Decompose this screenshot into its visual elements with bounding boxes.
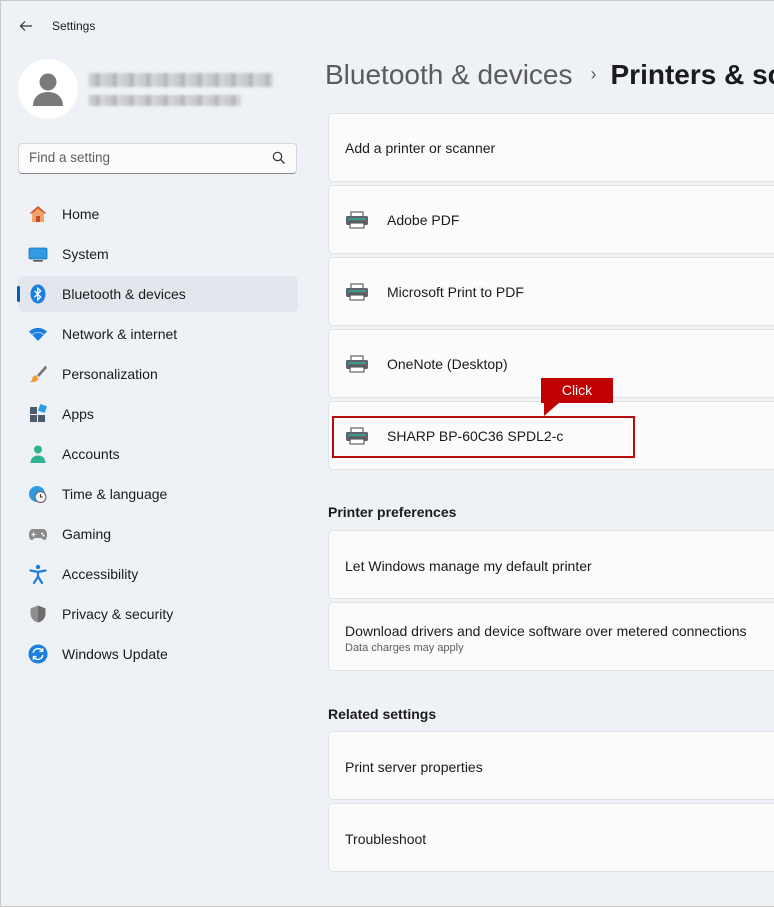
add-printer-card[interactable]: Add a printer or scanner	[328, 113, 774, 182]
sidebar-item-home[interactable]: Home	[18, 196, 298, 232]
search-box[interactable]	[18, 143, 297, 174]
accessibility-icon	[28, 564, 48, 584]
troubleshoot-link[interactable]: Troubleshoot	[328, 803, 774, 872]
back-arrow-icon	[19, 19, 33, 33]
sidebar-nav: Home System Bluetooth & devices Network …	[18, 196, 298, 676]
home-icon	[28, 204, 48, 224]
sidebar-item-accounts[interactable]: Accounts	[18, 436, 298, 472]
update-icon	[28, 644, 48, 664]
printer-icon	[345, 427, 369, 445]
back-button[interactable]	[15, 15, 37, 37]
setting-label: Print server properties	[345, 759, 483, 775]
bluetooth-icon	[28, 284, 48, 304]
search-input[interactable]	[29, 150, 259, 165]
click-callout: Click	[541, 378, 613, 403]
system-icon	[28, 244, 48, 264]
page-title: Printers & sc	[611, 59, 774, 90]
settings-window: Settings Home System Blueto	[0, 0, 774, 907]
sidebar-item-system[interactable]: System	[18, 236, 298, 272]
setting-description: Data charges may apply	[345, 642, 464, 654]
gamepad-icon	[28, 524, 48, 544]
printer-name: OneNote (Desktop)	[387, 356, 508, 372]
metered-download-setting[interactable]: Download drivers and device software ove…	[328, 602, 774, 671]
printer-item-adobe-pdf[interactable]: Adobe PDF	[328, 185, 774, 254]
blurred-account-email	[89, 95, 241, 106]
sidebar-item-accessibility[interactable]: Accessibility	[18, 556, 298, 592]
globe-clock-icon	[28, 484, 48, 504]
chevron-right-icon: ›	[591, 64, 597, 85]
title-bar: Settings	[1, 1, 774, 51]
sidebar-item-time-language[interactable]: Time & language	[18, 476, 298, 512]
avatar[interactable]	[18, 59, 78, 119]
shield-icon	[28, 604, 48, 624]
callout-pointer	[544, 402, 560, 416]
setting-label: Troubleshoot	[345, 831, 426, 847]
setting-label: Let Windows manage my default printer	[345, 558, 592, 574]
person-icon	[31, 71, 65, 107]
printer-icon	[345, 283, 369, 301]
app-title: Settings	[52, 19, 95, 33]
add-printer-label: Add a printer or scanner	[345, 140, 495, 156]
sidebar-item-windows-update[interactable]: Windows Update	[18, 636, 298, 672]
printer-preferences-heading: Printer preferences	[328, 504, 456, 520]
printer-icon	[345, 355, 369, 373]
sidebar-item-privacy-security[interactable]: Privacy & security	[18, 596, 298, 632]
apps-icon	[28, 404, 48, 424]
setting-label: Download drivers and device software ove…	[345, 623, 747, 639]
default-printer-setting[interactable]: Let Windows manage my default printer	[328, 530, 774, 599]
printer-item-microsoft-print-to-pdf[interactable]: Microsoft Print to PDF	[328, 257, 774, 326]
printer-icon	[345, 211, 369, 229]
breadcrumb-parent[interactable]: Bluetooth & devices	[325, 59, 573, 90]
related-settings-heading: Related settings	[328, 706, 436, 722]
blurred-account-name	[89, 73, 273, 87]
printer-name: Microsoft Print to PDF	[387, 284, 524, 300]
sidebar-item-bluetooth-devices[interactable]: Bluetooth & devices	[18, 276, 298, 312]
sidebar-item-network-internet[interactable]: Network & internet	[18, 316, 298, 352]
printer-name: Adobe PDF	[387, 212, 459, 228]
sidebar-item-personalization[interactable]: Personalization	[18, 356, 298, 392]
printer-name: SHARP BP-60C36 SPDL2-c	[387, 428, 563, 444]
breadcrumb: Bluetooth & devices › Printers & sc	[325, 59, 774, 91]
account-icon	[28, 444, 48, 464]
brush-icon	[28, 364, 48, 384]
sidebar-item-gaming[interactable]: Gaming	[18, 516, 298, 552]
wifi-icon	[28, 324, 48, 344]
print-server-properties-link[interactable]: Print server properties	[328, 731, 774, 800]
sidebar-item-apps[interactable]: Apps	[18, 396, 298, 432]
search-icon[interactable]	[272, 151, 286, 165]
